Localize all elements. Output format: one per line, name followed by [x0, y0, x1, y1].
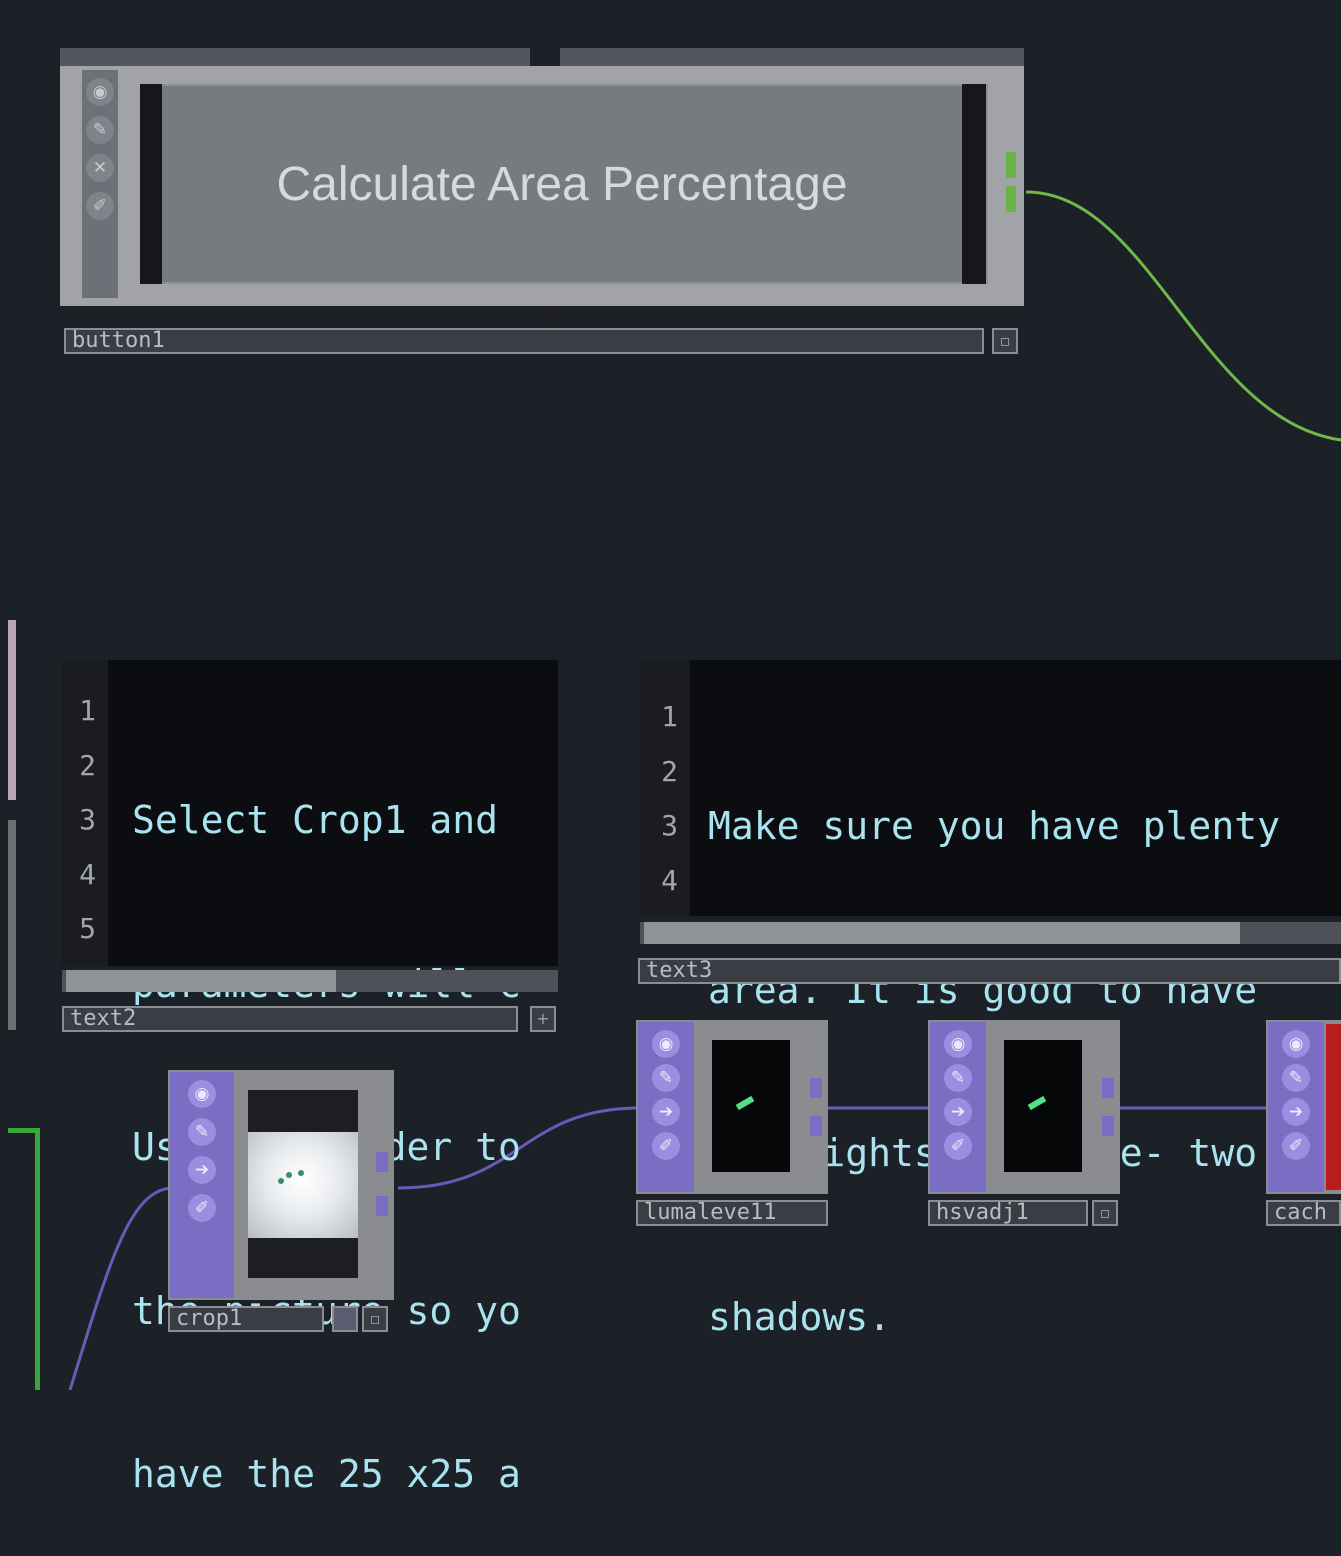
offscreen-node-grey[interactable] [8, 820, 16, 1030]
button-node-titlebar [60, 48, 1024, 66]
button-node-iconbar: ◉ ✎ ✕ ✐ [82, 70, 118, 298]
text2-scrollbar-thumb[interactable] [66, 970, 336, 992]
edit-icon[interactable]: ✐ [86, 192, 114, 220]
hsvadjust-output-connector-1[interactable] [1102, 1078, 1114, 1098]
close-icon[interactable]: ✕ [86, 154, 114, 182]
button-node-name[interactable]: button1 [64, 328, 984, 354]
button-bottom-notch [536, 306, 558, 322]
text2-viewer-toggle[interactable]: + [530, 1006, 556, 1032]
text3-node-name[interactable]: text3 [638, 958, 1341, 984]
arrow-icon[interactable]: ➔ [1282, 1098, 1310, 1126]
arrow-icon[interactable]: ➔ [944, 1098, 972, 1126]
lumalevel-node-name[interactable]: lumaleve11 [636, 1200, 828, 1226]
info-icon[interactable]: ◉ [188, 1080, 216, 1108]
hsvadjust-output-connector-2[interactable] [1102, 1116, 1114, 1136]
button-output-connector-2[interactable] [1006, 186, 1016, 212]
edit-icon[interactable]: ✐ [652, 1132, 680, 1160]
crop-node-name[interactable]: crop1 [168, 1306, 324, 1332]
hsvadjust-node-viewer-toggle[interactable]: ▫ [1092, 1200, 1118, 1226]
pin-icon[interactable]: ✎ [1282, 1064, 1310, 1092]
text3-line-numbers: 1 2 3 4 [661, 700, 678, 897]
edit-icon[interactable]: ✐ [1282, 1132, 1310, 1160]
offscreen-node-pink[interactable] [8, 620, 16, 800]
cache-input-connector[interactable] [1268, 1098, 1280, 1118]
button-face-right-edge [962, 84, 986, 284]
offscreen-chop-node[interactable] [8, 1128, 40, 1390]
lumalevel-output-connector-2[interactable] [810, 1116, 822, 1136]
crop-viewer-image [248, 1132, 358, 1238]
arrow-icon[interactable]: ➔ [188, 1156, 216, 1184]
pin-icon[interactable]: ✎ [188, 1118, 216, 1146]
text3-line: Make sure you have plenty [708, 804, 1280, 848]
crop-node-viewer-toggle[interactable] [332, 1306, 358, 1332]
edit-icon[interactable]: ✐ [944, 1132, 972, 1160]
info-icon[interactable]: ◉ [1282, 1030, 1310, 1058]
crop-node-display-toggle[interactable]: ▫ [362, 1306, 388, 1332]
text2-line: Select Crop1 and [132, 798, 499, 842]
hsvadjust-input-connector[interactable] [930, 1098, 942, 1118]
text2-node-name[interactable]: text2 [62, 1006, 518, 1032]
cache-node-name[interactable]: cach [1266, 1200, 1341, 1226]
button-output-wire [1025, 190, 1341, 442]
edit-icon[interactable]: ✐ [188, 1194, 216, 1222]
text3-line: shadows. [708, 1294, 892, 1339]
crop-input-connector[interactable] [170, 1178, 182, 1198]
pin-icon[interactable]: ✎ [652, 1064, 680, 1092]
button-node-viewer-toggle[interactable]: ▫ [992, 328, 1018, 354]
arrow-icon[interactable]: ➔ [652, 1098, 680, 1126]
cache-node-status-flag [1326, 1024, 1341, 1190]
lumalevel-viewer[interactable] [712, 1040, 790, 1172]
info-icon[interactable]: ◉ [86, 78, 114, 106]
pin-icon[interactable]: ✎ [86, 116, 114, 144]
pin-icon[interactable]: ✎ [944, 1064, 972, 1092]
lumalevel-output-connector-1[interactable] [810, 1078, 822, 1098]
hsvadjust-viewer[interactable] [1004, 1040, 1082, 1172]
crop-output-connector-2[interactable] [376, 1196, 388, 1216]
button-output-connectors[interactable] [1006, 152, 1016, 212]
info-icon[interactable]: ◉ [944, 1030, 972, 1058]
info-icon[interactable]: ◉ [652, 1030, 680, 1058]
text3-scrollbar-thumb[interactable] [644, 922, 1240, 944]
lumalevel-input-connector[interactable] [638, 1098, 650, 1118]
crop-output-connector-1[interactable] [376, 1152, 388, 1172]
button-label[interactable]: Calculate Area Percentage [162, 84, 962, 284]
hsvadjust-node-name[interactable]: hsvadj1 [928, 1200, 1088, 1226]
text2-line: have the 25 x25 a [132, 1452, 521, 1496]
button-face-left-edge [140, 84, 162, 284]
button-output-connector-1[interactable] [1006, 152, 1016, 178]
text2-line-numbers: 1 2 3 4 5 [79, 694, 96, 945]
